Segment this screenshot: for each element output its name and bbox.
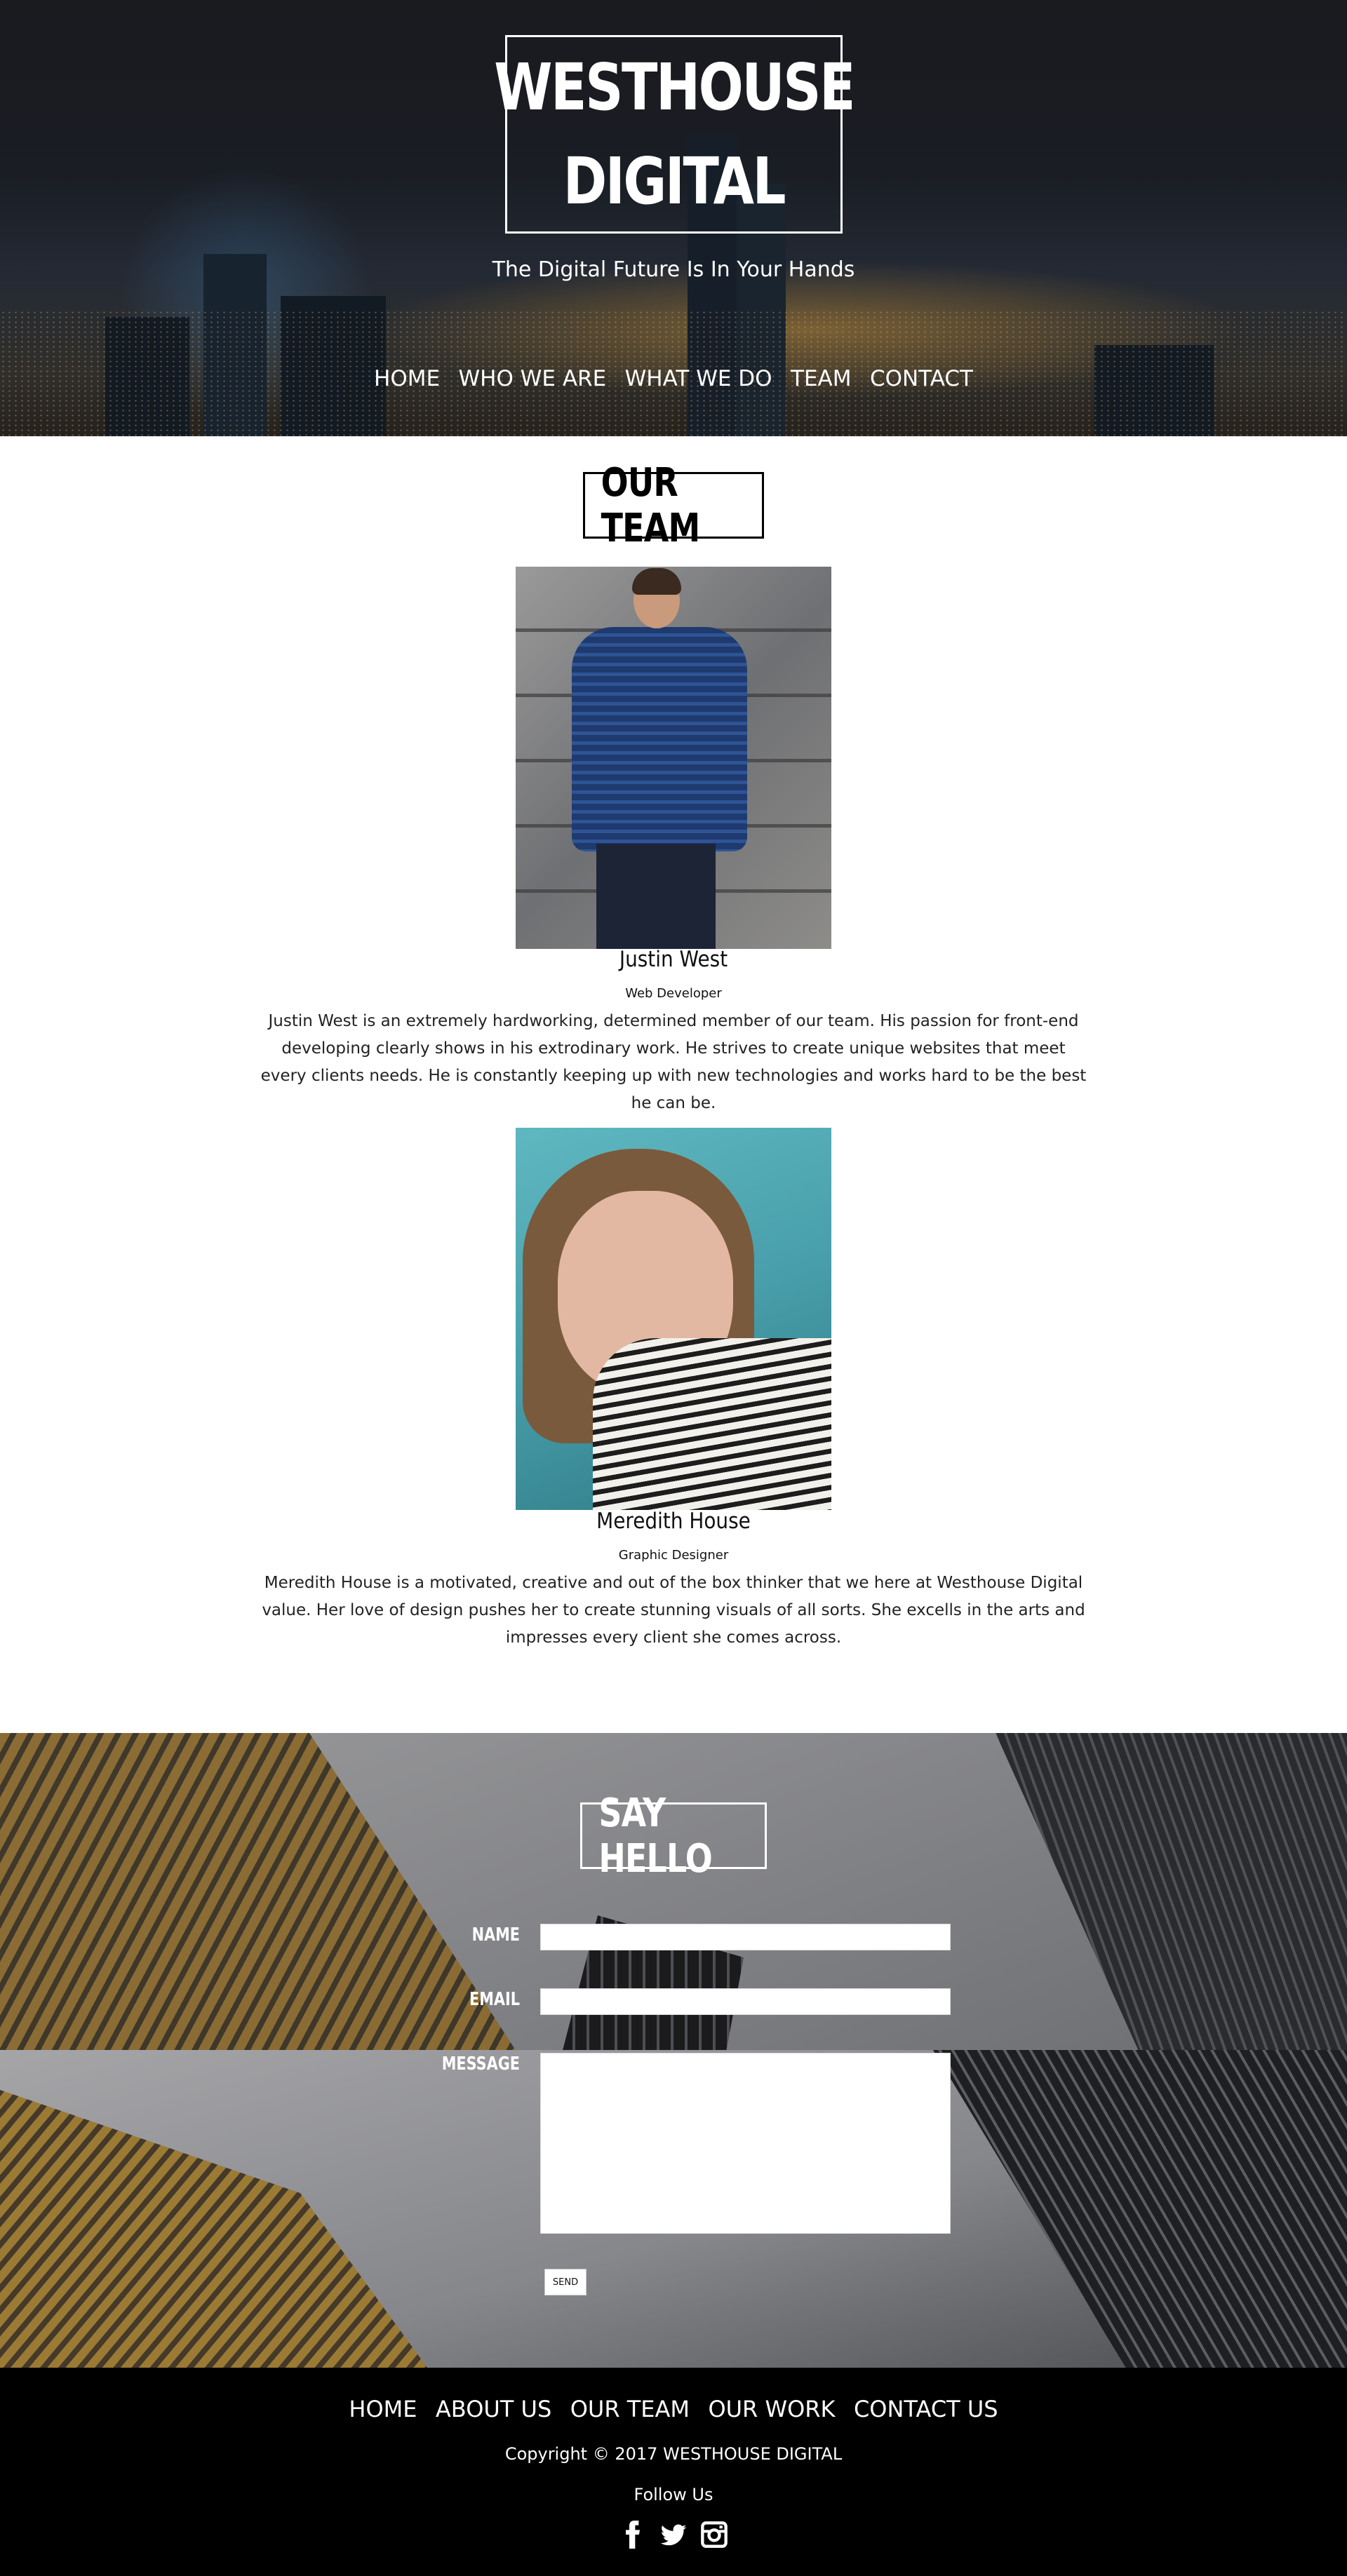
footer-nav-home[interactable]: HOME: [349, 2396, 417, 2422]
footer-nav-about-us[interactable]: ABOUT US: [436, 2396, 551, 2422]
email-input[interactable]: [540, 1988, 951, 2015]
main-nav: HOME WHO WE ARE WHAT WE DO TEAM CONTACT: [0, 366, 1347, 391]
logo-line-2: DIGITAL: [563, 143, 786, 219]
team-title-text: OUR TEAM: [601, 459, 700, 551]
email-label: EMAIL: [469, 1989, 520, 2010]
nav-who-we-are[interactable]: WHO WE ARE: [459, 366, 607, 391]
nav-home[interactable]: HOME: [374, 366, 440, 391]
message-textarea[interactable]: [540, 2053, 951, 2234]
member-role: Graphic Designer: [618, 1548, 729, 1563]
name-label: NAME: [471, 1924, 520, 1946]
footer-nav-contact-us[interactable]: CONTACT US: [854, 2396, 998, 2422]
footer-nav-our-team[interactable]: OUR TEAM: [570, 2396, 690, 2422]
nav-contact[interactable]: CONTACT: [870, 366, 973, 391]
photo-figure: [632, 568, 681, 595]
twitter-icon[interactable]: [659, 2521, 688, 2549]
member-bio: Justin West is an extremely hardworking,…: [260, 1012, 1087, 1112]
member-role: Web Developer: [625, 986, 722, 1001]
photo-figure: [593, 1338, 831, 1510]
member-name: Justin West: [619, 947, 728, 972]
message-label: MESSAGE: [441, 2054, 520, 2075]
footer: HOME ABOUT US OUR TEAM OUR WORK CONTACT …: [0, 2368, 1347, 2576]
name-input[interactable]: [540, 1924, 951, 1950]
nav-team[interactable]: TEAM: [791, 366, 851, 391]
contact-title: SAY HELLO: [580, 1791, 767, 1882]
logo-line-1: WESTHOUSE: [494, 49, 855, 125]
copyright-text: Copyright © 2017 WESTHOUSE DIGITAL: [504, 2444, 843, 2464]
background-tower: [0, 2085, 435, 2368]
hero-header: WESTHOUSE DIGITAL The Digital Future Is …: [0, 0, 1347, 436]
site-logo[interactable]: WESTHOUSE DIGITAL: [494, 35, 855, 234]
photo-figure: [572, 627, 747, 851]
social-links: [0, 2521, 1347, 2549]
team-title: OUR TEAM: [583, 460, 764, 551]
facebook-icon[interactable]: [619, 2521, 647, 2549]
instagram-icon[interactable]: [700, 2521, 728, 2549]
send-button[interactable]: SEND: [544, 2269, 587, 2295]
background-tower: [933, 2050, 1347, 2368]
tagline: The Digital Future Is In Your Hands: [492, 257, 855, 282]
footer-nav: HOME ABOUT US OUR TEAM OUR WORK CONTACT …: [0, 2396, 1347, 2422]
contact-title-text: SAY HELLO: [598, 1790, 713, 1882]
member-bio: Meredith House is a motivated, creative …: [262, 1574, 1085, 1647]
member-photo-justin: [516, 567, 831, 949]
follow-us-text: Follow Us: [634, 2485, 713, 2504]
member-name: Meredith House: [596, 1509, 751, 1534]
footer-nav-our-work[interactable]: OUR WORK: [708, 2396, 835, 2422]
member-photo-meredith: [516, 1128, 831, 1510]
photo-figure: [596, 844, 716, 949]
nav-what-we-do[interactable]: WHAT WE DO: [625, 366, 772, 391]
